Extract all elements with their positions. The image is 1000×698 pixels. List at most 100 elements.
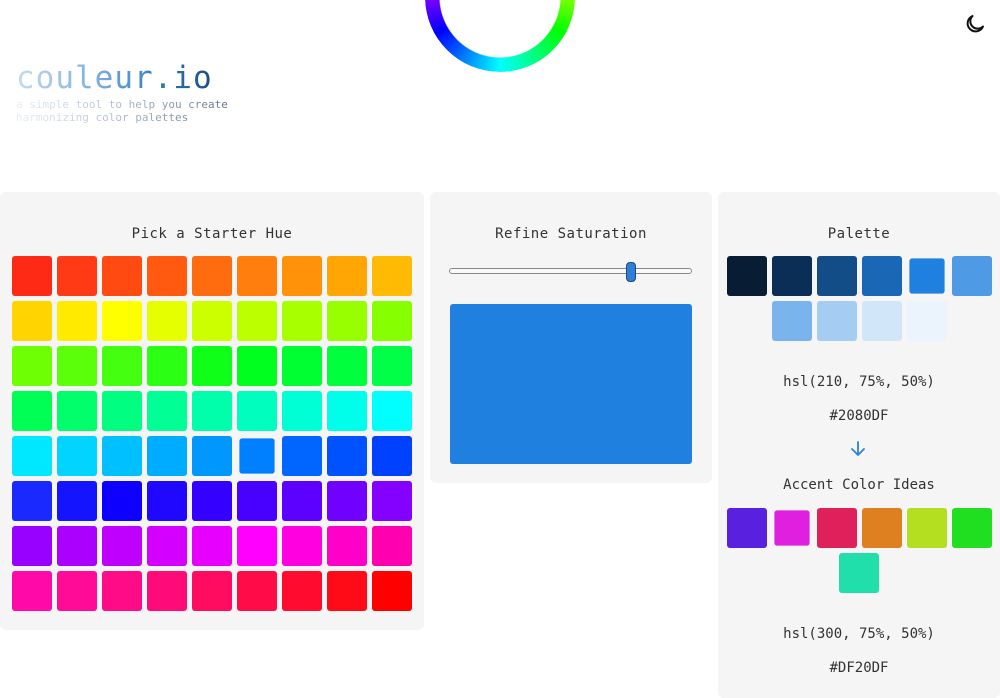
hue-swatch[interactable] (372, 436, 412, 476)
hue-swatch[interactable] (237, 301, 277, 341)
hue-swatch[interactable] (327, 301, 367, 341)
hue-swatch[interactable] (237, 571, 277, 611)
saturation-slider[interactable] (449, 262, 692, 282)
palette-swatch[interactable] (726, 256, 767, 296)
palette-swatch[interactable] (816, 301, 857, 341)
hue-swatch[interactable] (192, 301, 232, 341)
palette-swatch[interactable] (771, 301, 812, 341)
hue-swatch[interactable] (372, 301, 412, 341)
hue-swatch[interactable] (372, 256, 412, 296)
hue-swatch[interactable] (282, 571, 322, 611)
hue-swatch[interactable] (12, 346, 52, 386)
hue-swatch[interactable] (372, 481, 412, 521)
hue-swatch[interactable] (237, 391, 277, 431)
hue-swatch[interactable] (102, 571, 142, 611)
palette-hsl-value[interactable]: hsl(210, 75%, 50%) (718, 374, 1000, 390)
hue-swatch[interactable] (192, 346, 232, 386)
accent-swatch[interactable] (906, 508, 947, 548)
hue-swatch[interactable] (192, 256, 232, 296)
hue-swatch[interactable] (372, 346, 412, 386)
palette-swatch[interactable] (861, 301, 902, 341)
hue-swatch[interactable] (12, 481, 52, 521)
hue-swatch[interactable] (327, 391, 367, 431)
theme-toggle-button[interactable] (963, 12, 987, 36)
palette-hex-value[interactable]: #2080DF (718, 408, 1000, 424)
hue-swatch[interactable] (237, 481, 277, 521)
hue-swatch[interactable] (327, 526, 367, 566)
palette-swatch[interactable] (906, 301, 947, 341)
hue-swatch[interactable] (147, 571, 187, 611)
palette-swatch[interactable] (861, 256, 902, 296)
palette-swatch[interactable] (908, 258, 945, 294)
hue-swatch[interactable] (282, 391, 322, 431)
hue-swatch[interactable] (372, 391, 412, 431)
hue-swatch[interactable] (57, 481, 97, 521)
hue-swatch[interactable] (102, 391, 142, 431)
hue-swatch[interactable] (147, 481, 187, 521)
hue-swatch[interactable] (57, 256, 97, 296)
accent-swatch[interactable] (816, 508, 857, 548)
hue-swatch[interactable] (147, 301, 187, 341)
hue-swatch[interactable] (147, 346, 187, 386)
hue-swatch[interactable] (102, 256, 142, 296)
accent-swatch[interactable] (773, 510, 810, 546)
hue-swatch[interactable] (237, 256, 277, 296)
hue-swatch[interactable] (327, 571, 367, 611)
accent-hsl-value[interactable]: hsl(300, 75%, 50%) (718, 626, 1000, 642)
hue-swatch[interactable] (327, 436, 367, 476)
brand-title: couleur.io (16, 58, 236, 98)
hue-swatch[interactable] (12, 571, 52, 611)
hue-swatch[interactable] (147, 526, 187, 566)
palette-swatch[interactable] (771, 256, 812, 296)
hue-swatch[interactable] (327, 256, 367, 296)
hue-swatch[interactable] (282, 346, 322, 386)
hue-swatch[interactable] (282, 256, 322, 296)
hue-swatch[interactable] (192, 481, 232, 521)
hue-swatch[interactable] (57, 391, 97, 431)
palette-swatch[interactable] (816, 256, 857, 296)
hue-swatch[interactable] (102, 436, 142, 476)
hue-swatch[interactable] (192, 571, 232, 611)
hue-swatch[interactable] (57, 436, 97, 476)
hue-swatch[interactable] (12, 256, 52, 296)
saturation-slider-thumb[interactable] (625, 262, 636, 282)
hue-swatch[interactable] (57, 301, 97, 341)
hue-swatch[interactable] (102, 301, 142, 341)
hue-swatch[interactable] (237, 526, 277, 566)
hue-swatch[interactable] (327, 346, 367, 386)
accent-swatches (726, 508, 992, 593)
accent-swatch[interactable] (951, 508, 992, 548)
hue-swatch[interactable] (147, 436, 187, 476)
hue-swatch[interactable] (102, 526, 142, 566)
hue-swatch[interactable] (282, 481, 322, 521)
accent-hex-value[interactable]: #DF20DF (718, 660, 1000, 676)
hue-swatch[interactable] (102, 481, 142, 521)
hue-swatch[interactable] (12, 301, 52, 341)
hue-swatch[interactable] (237, 346, 277, 386)
hue-swatch[interactable] (12, 391, 52, 431)
hue-swatch[interactable] (239, 438, 275, 474)
hue-swatch[interactable] (57, 571, 97, 611)
hue-swatch[interactable] (372, 526, 412, 566)
hue-swatch[interactable] (372, 571, 412, 611)
hue-swatch[interactable] (147, 256, 187, 296)
hue-swatch[interactable] (57, 346, 97, 386)
hue-swatch[interactable] (12, 526, 52, 566)
hue-swatch[interactable] (12, 436, 52, 476)
hue-swatch[interactable] (192, 436, 232, 476)
accent-swatch[interactable] (861, 508, 902, 548)
hue-swatch[interactable] (192, 526, 232, 566)
hue-swatch[interactable] (327, 481, 367, 521)
hue-swatch[interactable] (192, 391, 232, 431)
hue-grid (12, 256, 412, 611)
hue-swatch[interactable] (57, 526, 97, 566)
accent-swatch[interactable] (839, 553, 879, 593)
hue-swatch[interactable] (147, 391, 187, 431)
saturation-preview (450, 304, 692, 464)
hue-swatch[interactable] (282, 436, 322, 476)
palette-swatch[interactable] (951, 256, 992, 296)
accent-swatch[interactable] (726, 508, 767, 548)
hue-swatch[interactable] (282, 301, 322, 341)
hue-swatch[interactable] (102, 346, 142, 386)
hue-swatch[interactable] (282, 526, 322, 566)
